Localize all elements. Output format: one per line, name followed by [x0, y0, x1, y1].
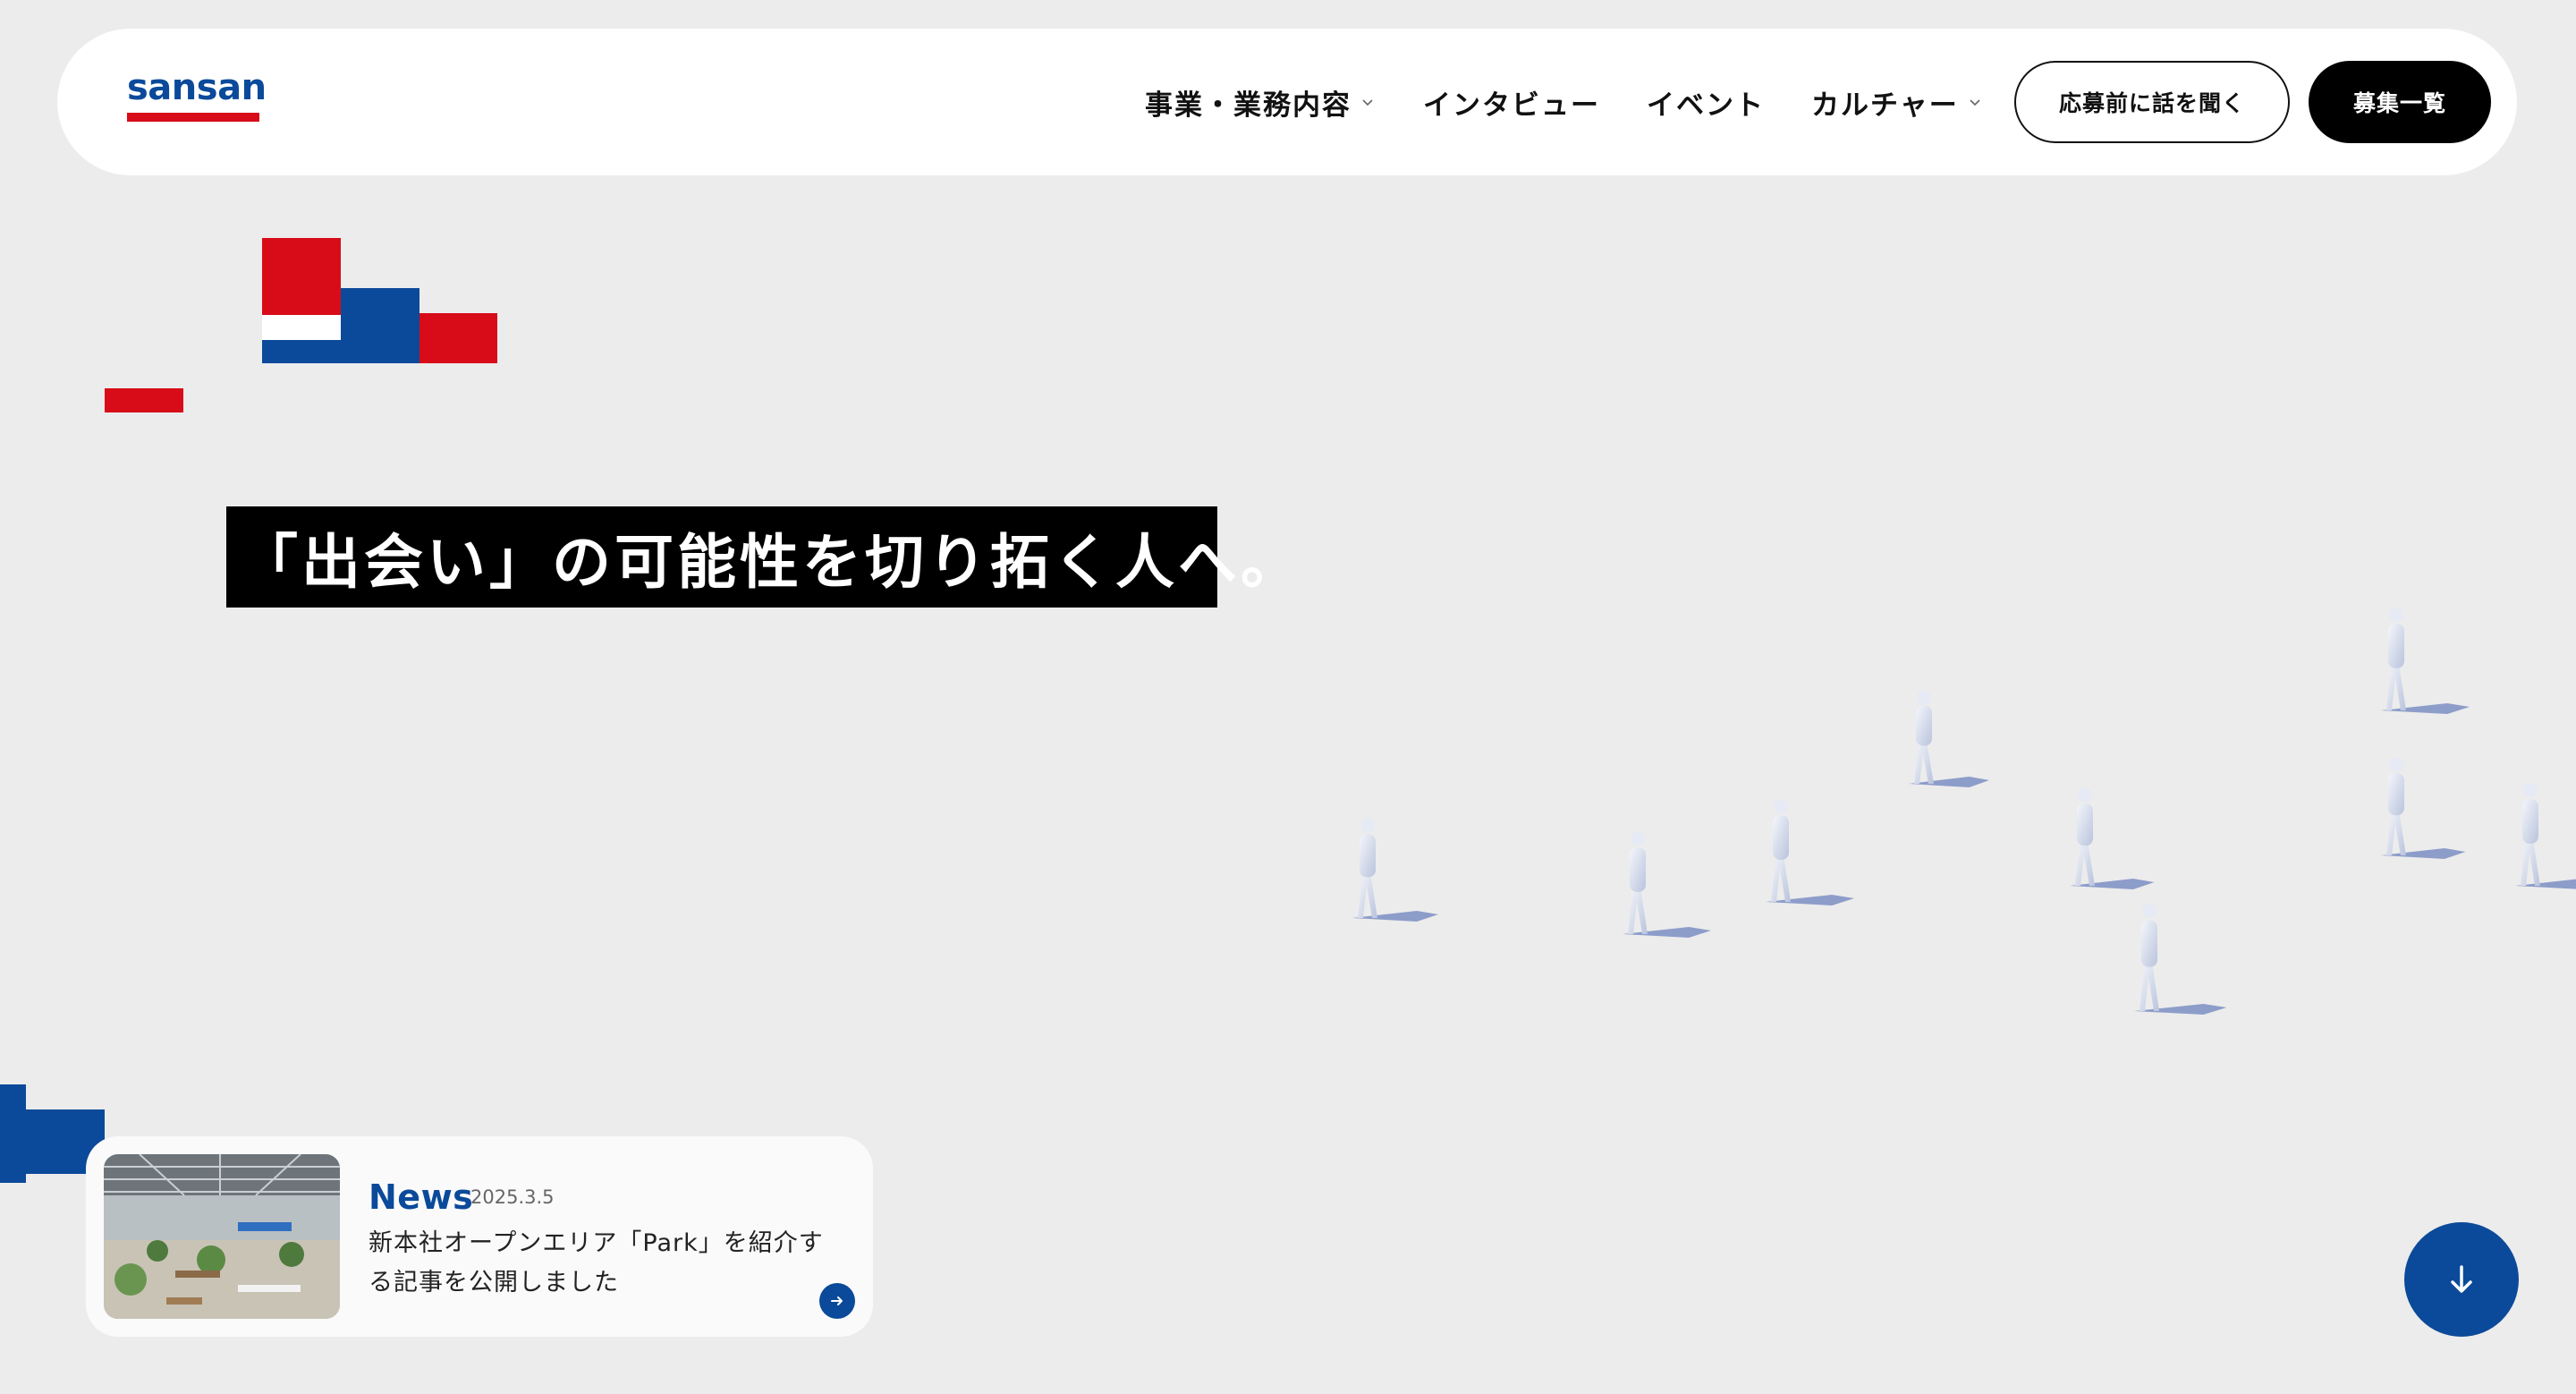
job-list-button[interactable]: 募集一覧	[2309, 61, 2491, 143]
main-nav: 事業・業務内容 インタビュー イベント カルチャー	[1145, 29, 2030, 175]
news-date: 2025.3.5	[470, 1186, 555, 1208]
walking-person-figure	[1352, 818, 1438, 922]
consult-before-apply-button[interactable]: 応募前に話を聞く	[2014, 61, 2290, 143]
chevron-down-icon	[1362, 99, 1373, 106]
chevron-down-icon	[1970, 99, 1980, 106]
deco-block	[0, 1084, 26, 1183]
nav-item-interview[interactable]: インタビュー	[1423, 82, 1600, 123]
logo-text: sansan	[127, 67, 267, 108]
deco-block	[341, 288, 419, 363]
news-label: News	[369, 1177, 474, 1217]
scroll-down-button[interactable]	[2404, 1222, 2519, 1337]
walking-person-figure	[2381, 757, 2466, 859]
hero-headline: 「出会い」の可能性を切り拓く人へ。	[226, 506, 1300, 608]
walking-person-figure	[2070, 787, 2155, 889]
sansan-logo[interactable]: sansan	[127, 67, 267, 125]
walking-person-figure	[1766, 799, 1854, 905]
deco-block	[262, 238, 341, 315]
walking-person-figure	[2381, 608, 2470, 714]
deco-block	[419, 313, 497, 363]
arrow-right-icon[interactable]	[819, 1283, 855, 1319]
walking-person-figure	[2515, 783, 2576, 889]
news-headline[interactable]: 新本社オープンエリア「Park」を紹介する記事を公開しました	[369, 1224, 834, 1303]
news-thumbnail	[104, 1154, 340, 1319]
walking-person-figure	[2134, 904, 2227, 1015]
arrow-down-icon	[2451, 1265, 2472, 1293]
walking-person-figure	[1909, 690, 1989, 787]
nav-item-culture[interactable]: カルチャー	[1811, 82, 1984, 123]
walking-person-figure	[1623, 831, 1711, 938]
nav-item-event[interactable]: イベント	[1647, 82, 1765, 123]
logo-underline	[127, 113, 259, 122]
nav-item-label: インタビュー	[1423, 89, 1600, 122]
nav-item-business[interactable]: 事業・業務内容	[1145, 82, 1377, 123]
site-header: sansan 事業・業務内容 インタビュー イベント カルチャー 応募前に話を聞…	[57, 29, 2517, 175]
deco-block	[262, 340, 341, 363]
walking-people-illustration	[1352, 608, 2576, 1015]
news-card[interactable]: News 2025.3.5 新本社オープンエリア「Park」を紹介する記事を公開…	[86, 1136, 873, 1337]
nav-item-label: カルチャー	[1811, 89, 1959, 122]
nav-item-label: 事業・業務内容	[1145, 89, 1352, 122]
deco-block	[262, 315, 341, 340]
nav-item-label: イベント	[1647, 89, 1765, 122]
deco-block	[105, 388, 183, 412]
